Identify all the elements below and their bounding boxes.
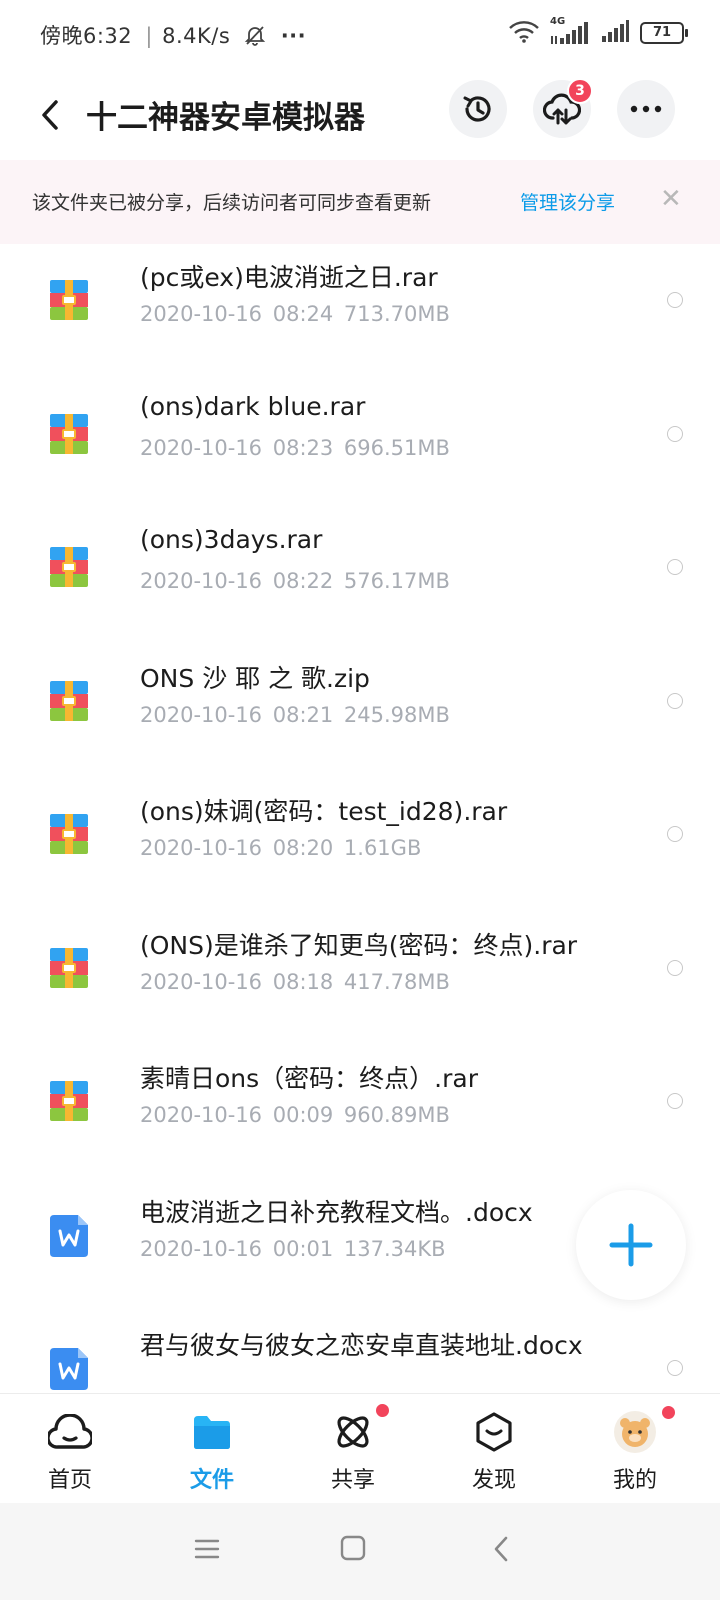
select-checkbox[interactable] — [667, 1093, 683, 1109]
select-checkbox[interactable] — [667, 292, 683, 308]
file-name: (ons)dark blue.rar — [140, 391, 366, 421]
status-bar: 傍晚6:32 | 8.4K/s ··· 4G 71 — [0, 0, 720, 70]
file-meta: 2020-10-16 08:21 245.98MB — [140, 702, 450, 727]
status-more: ··· — [280, 24, 307, 48]
status-right: 4G 71 — [508, 16, 688, 48]
network-type: 4G — [550, 16, 566, 27]
archive-icon — [50, 947, 88, 988]
word-doc-icon — [50, 1348, 88, 1390]
word-doc-icon — [50, 1214, 88, 1257]
more-options-button[interactable] — [617, 80, 675, 138]
share-notification-dot — [374, 1402, 391, 1419]
select-checkbox[interactable] — [667, 1360, 683, 1376]
avatar — [613, 1404, 677, 1454]
file-row[interactable]: ONS 沙 耶 之 歌.zip 2020-10-16 08:21 245.98MB — [0, 651, 720, 787]
battery-indicator: 71 — [640, 22, 688, 44]
file-meta: 2020-10-16 08:23 696.51MB — [140, 435, 450, 460]
signal-icon — [600, 18, 630, 48]
folder-icon — [190, 1410, 234, 1454]
file-row[interactable]: (ons)dark blue.rar 2020-10-16 08:23 696.5… — [0, 384, 720, 520]
file-row[interactable]: (pc或ex)电波消逝之日.rar 2020-10-16 08:24 713.70… — [0, 250, 720, 386]
app-header: 十二神器安卓模拟器 3 — [0, 72, 720, 162]
cloud-home-icon — [48, 1410, 92, 1454]
select-checkbox[interactable] — [667, 959, 683, 976]
file-meta: 2020-10-16 00:01 137.34KB — [140, 1236, 446, 1261]
page-title: 十二神器安卓模拟器 — [86, 100, 365, 136]
close-icon[interactable]: ✕ — [660, 184, 682, 214]
nav-label-files: 文件 — [189, 1468, 234, 1493]
file-name: 素晴日ons（密码：终点）.rar — [140, 1064, 478, 1093]
bell-muted-icon — [244, 24, 266, 51]
nav-label-mine: 我的 — [612, 1468, 657, 1493]
status-net-speed: 8.4K/s — [162, 24, 231, 48]
manage-share-link[interactable]: 管理该分享 — [520, 188, 615, 215]
file-row[interactable]: 君与彼女与彼女之恋安卓直装地址.docx — [0, 1318, 720, 1394]
menu-icon[interactable] — [194, 1537, 220, 1565]
file-name: (ons)妹调(密码：test_id28).rar — [140, 797, 508, 826]
file-name: (pc或ex)电波消逝之日.rar — [140, 263, 438, 292]
archive-icon — [50, 280, 88, 320]
file-row[interactable]: (ONS)是谁杀了知更鸟(密码：终点).rar 2020-10-16 08:18 … — [0, 918, 720, 1054]
nav-item-mine[interactable]: 我的 — [585, 1404, 685, 1500]
archive-icon — [50, 814, 88, 854]
select-checkbox[interactable] — [667, 692, 683, 709]
more-dots-icon — [630, 105, 662, 113]
system-nav-bar — [0, 1503, 720, 1600]
file-name: 电波消逝之日补充教程文档。.docx — [140, 1197, 533, 1227]
chevron-left-icon — [42, 100, 58, 130]
status-divider: | — [145, 24, 153, 48]
file-meta: 2020-10-16 08:18 417.78MB — [140, 969, 450, 994]
discover-box-icon — [472, 1410, 516, 1454]
select-checkbox[interactable] — [667, 425, 683, 442]
status-left: 傍晚6:32 | 8.4K/s ··· — [40, 20, 310, 51]
nav-item-share[interactable]: 共享 — [303, 1402, 403, 1500]
nav-item-home[interactable]: 首页 — [20, 1410, 120, 1500]
select-checkbox[interactable] — [667, 826, 683, 842]
atom-share-icon — [331, 1402, 391, 1454]
archive-icon — [50, 547, 88, 587]
nav-label-share: 共享 — [330, 1468, 375, 1493]
file-row[interactable]: 素晴日ons（密码：终点）.rar 2020-10-16 00:09 960.89… — [0, 1051, 720, 1187]
file-row[interactable]: (ons)妹调(密码：test_id28).rar 2020-10-16 08:2… — [0, 784, 720, 920]
history-clock-icon — [463, 96, 491, 122]
file-name: ONS 沙 耶 之 歌.zip — [140, 663, 370, 693]
file-meta: 2020-10-16 08:20 1.61GB — [140, 836, 422, 860]
bottom-nav: 首页 文件 共享 发现 我的 — [0, 1393, 720, 1504]
add-button[interactable] — [576, 1190, 686, 1300]
history-button[interactable] — [449, 80, 507, 138]
nav-label-home: 首页 — [47, 1468, 92, 1493]
select-checkbox[interactable] — [667, 559, 683, 575]
file-meta: 2020-10-16 08:24 713.70MB — [140, 302, 450, 326]
file-row[interactable]: (ons)3days.rar 2020-10-16 08:22 576.17MB — [0, 517, 720, 653]
home-square-icon[interactable] — [340, 1535, 366, 1565]
mine-notification-dot — [660, 1404, 677, 1421]
plus-icon — [609, 1223, 653, 1267]
file-name: 君与彼女与彼女之恋安卓直装地址.docx — [140, 1331, 583, 1360]
transfer-badge: 3 — [567, 78, 593, 104]
share-banner-message: 该文件夹已被分享，后续访问者可同步查看更新 — [32, 192, 432, 214]
file-name: (ons)3days.rar — [140, 525, 323, 554]
archive-icon — [50, 1081, 88, 1121]
transfer-button[interactable]: 3 — [533, 78, 593, 138]
file-meta: 2020-10-16 00:09 960.89MB — [140, 1103, 450, 1127]
back-button[interactable] — [30, 90, 70, 140]
back-triangle-icon[interactable] — [492, 1535, 510, 1567]
nav-label-discover: 发现 — [471, 1468, 516, 1493]
file-name: (ONS)是谁杀了知更鸟(密码：终点).rar — [140, 930, 578, 960]
file-meta: 2020-10-16 08:22 576.17MB — [140, 569, 450, 593]
wifi-icon — [508, 19, 540, 47]
archive-icon — [50, 413, 88, 454]
nav-item-discover[interactable]: 发现 — [444, 1410, 544, 1500]
nav-item-files[interactable]: 文件 — [162, 1410, 262, 1500]
share-banner: 该文件夹已被分享，后续访问者可同步查看更新 管理该分享 ✕ — [0, 160, 720, 244]
status-time: 傍晚6:32 — [40, 24, 133, 48]
archive-icon — [50, 680, 88, 721]
signal-4g-icon: 4G — [550, 16, 590, 46]
